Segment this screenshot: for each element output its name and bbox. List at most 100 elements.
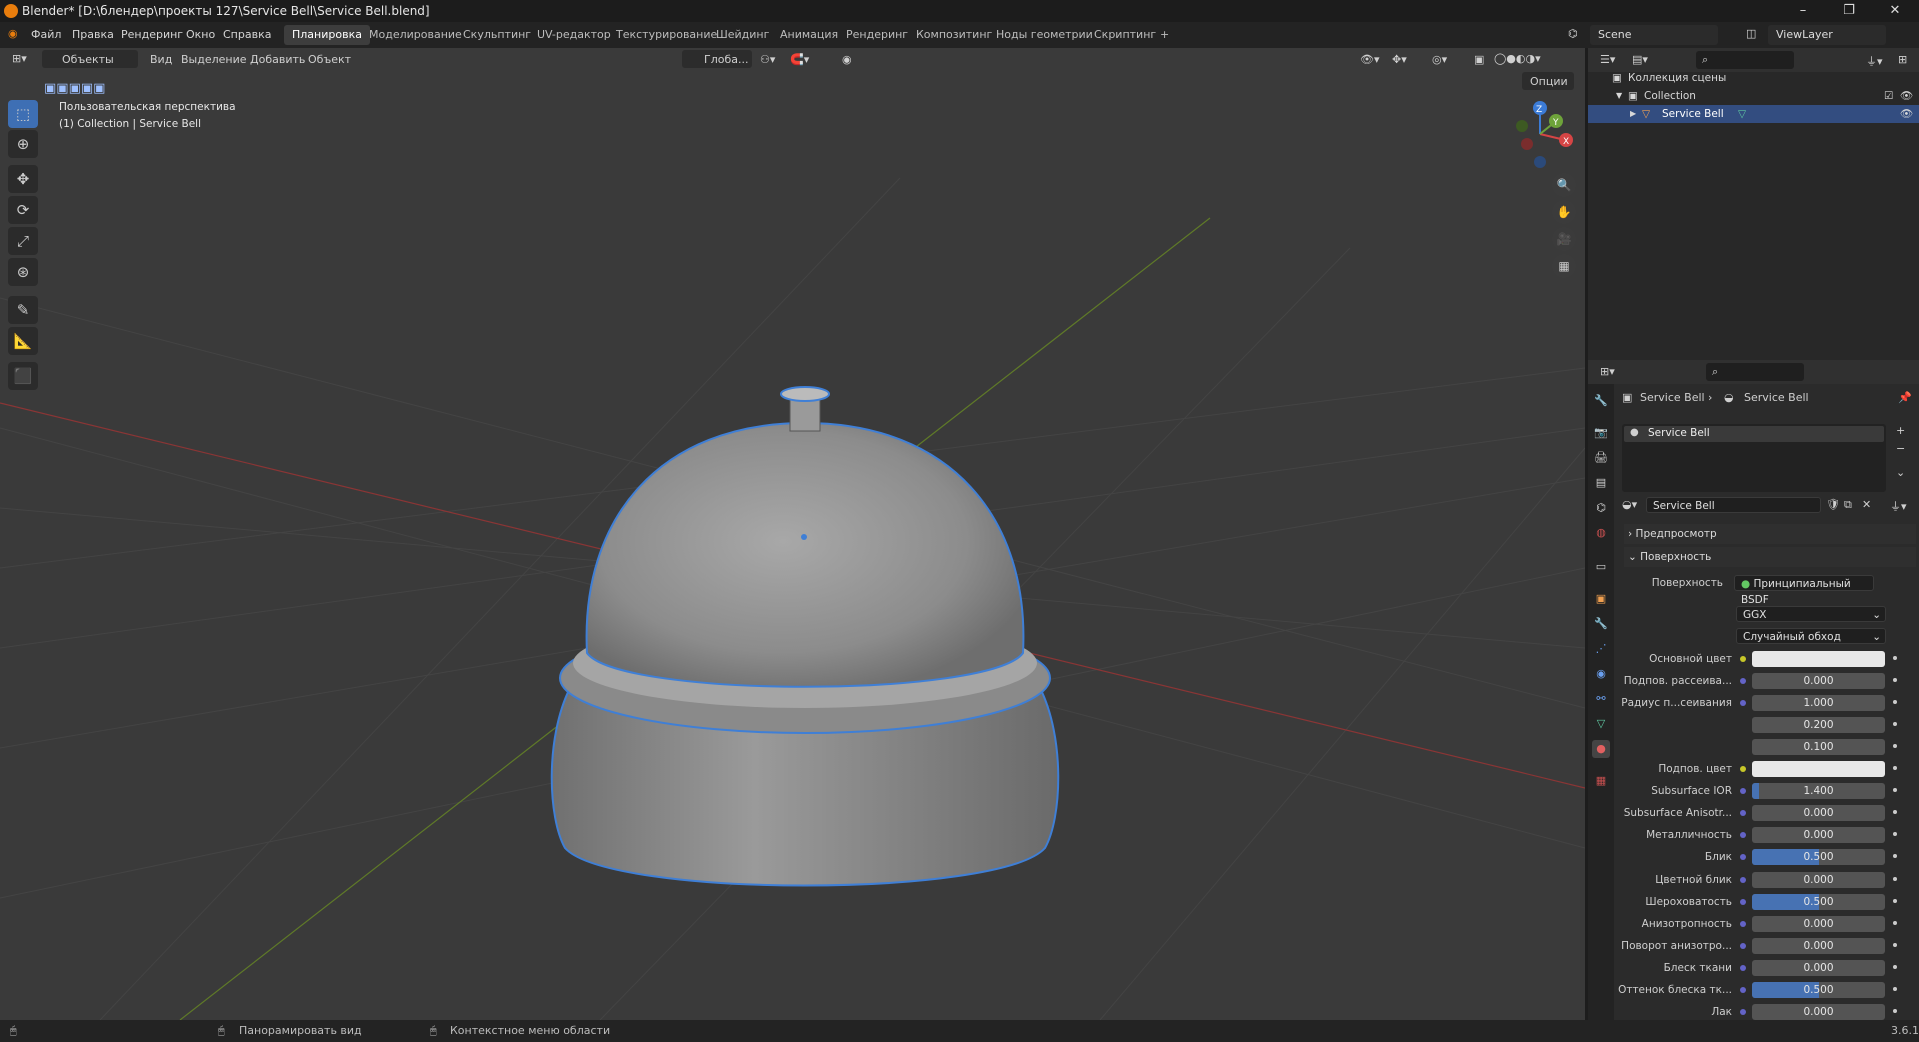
- measure-tool[interactable]: 📐: [8, 327, 38, 355]
- material-slot-list[interactable]: ● Service Bell: [1622, 424, 1886, 492]
- outliner-row-service-bell[interactable]: ▶ ▽ Service Bell ▽ 👁: [1588, 105, 1919, 123]
- keyframe-dot-icon[interactable]: [1893, 722, 1897, 726]
- properties-editor-icon[interactable]: ⊞▾: [1600, 365, 1615, 378]
- numeric-field[interactable]: 0.500: [1752, 849, 1885, 865]
- menu-help[interactable]: Справка: [223, 28, 271, 41]
- keyframe-dot-icon[interactable]: [1893, 656, 1897, 660]
- tab-animation[interactable]: Анимация: [772, 25, 846, 45]
- scene-selector[interactable]: Scene: [1590, 25, 1718, 45]
- view-layer-tab-icon[interactable]: ▤: [1592, 474, 1610, 492]
- expand-arrow-icon[interactable]: ▶: [1630, 105, 1636, 123]
- keyframe-dot-icon[interactable]: [1893, 1009, 1897, 1013]
- socket-dot-icon[interactable]: [1740, 832, 1746, 838]
- numeric-field[interactable]: 0.000: [1752, 1004, 1885, 1020]
- tab-modeling[interactable]: Моделирование: [361, 25, 470, 45]
- eye-icon[interactable]: 👁: [1900, 105, 1913, 123]
- ortho-grid-icon[interactable]: ▦: [1552, 254, 1576, 278]
- mode-selector[interactable]: Объекты: [42, 50, 138, 68]
- socket-dot-icon[interactable]: [1740, 921, 1746, 927]
- select-box-tool[interactable]: ⬚: [8, 100, 38, 128]
- rotate-tool[interactable]: ⟳: [8, 196, 38, 224]
- pan-hand-icon[interactable]: ✋: [1552, 200, 1576, 224]
- material-slot-item[interactable]: ● Service Bell: [1624, 426, 1884, 442]
- distribution-dropdown[interactable]: GGX ⌄: [1736, 606, 1886, 622]
- tab-geometry-nodes[interactable]: Ноды геометрии: [988, 25, 1101, 45]
- pin-icon[interactable]: 📌: [1898, 391, 1912, 404]
- keyframe-dot-icon[interactable]: [1893, 943, 1897, 947]
- numeric-field[interactable]: 0.000: [1752, 938, 1885, 954]
- socket-dot-icon[interactable]: [1740, 877, 1746, 883]
- tool-tab-icon[interactable]: 🔧: [1592, 392, 1610, 410]
- outliner-editor-icon[interactable]: ☰▾: [1600, 53, 1615, 66]
- outliner-row-collection[interactable]: ▼ ▣ Collection ☑ 👁: [1588, 87, 1919, 105]
- color-swatch[interactable]: [1752, 761, 1885, 777]
- numeric-field[interactable]: 0.500: [1752, 982, 1885, 998]
- material-browse-icon[interactable]: ◒▾: [1622, 498, 1637, 511]
- menu-view[interactable]: Вид: [150, 53, 172, 66]
- menu-window[interactable]: Окно: [186, 28, 215, 41]
- surface-shader-field[interactable]: ● Принципиальный BSDF: [1734, 575, 1874, 606]
- socket-dot-icon[interactable]: [1740, 943, 1746, 949]
- socket-dot-icon[interactable]: [1740, 788, 1746, 794]
- menu-select[interactable]: Выделение: [181, 53, 247, 66]
- numeric-field[interactable]: 1.000: [1752, 695, 1885, 711]
- socket-dot-icon[interactable]: [1740, 678, 1746, 684]
- zoom-icon[interactable]: 🔍: [1552, 173, 1576, 197]
- tab-layout[interactable]: Планировка: [284, 25, 370, 45]
- object-tab-icon[interactable]: ▣: [1592, 590, 1610, 608]
- keyframe-dot-icon[interactable]: [1893, 921, 1897, 925]
- minimize-button[interactable]: –: [1780, 0, 1826, 22]
- numeric-field[interactable]: 0.200: [1752, 717, 1885, 733]
- numeric-field[interactable]: 0.500: [1752, 894, 1885, 910]
- numeric-field[interactable]: 0.000: [1752, 872, 1885, 888]
- pivot-icon[interactable]: ⚇▾: [760, 53, 775, 66]
- maximize-button[interactable]: ❐: [1826, 0, 1872, 22]
- surface-panel-header[interactable]: ⌄ Поверхность: [1624, 547, 1916, 567]
- numeric-field[interactable]: 0.000: [1752, 827, 1885, 843]
- keyframe-dot-icon[interactable]: [1893, 877, 1897, 881]
- gizmo-toggle-icon[interactable]: ✥▾: [1392, 53, 1407, 66]
- tab-uv-editing[interactable]: UV-редактор: [529, 25, 619, 45]
- shading-modes-icon[interactable]: ◯●◐◑▾: [1494, 52, 1541, 65]
- slot-menu-icon[interactable]: ⌄: [1896, 466, 1905, 479]
- move-tool[interactable]: ✥: [8, 165, 38, 193]
- expand-arrow-icon[interactable]: ▼: [1616, 87, 1622, 105]
- properties-search-input[interactable]: ⌕: [1706, 363, 1804, 381]
- navigation-gizmo[interactable]: Z X Y: [1505, 96, 1575, 171]
- numeric-field[interactable]: 0.000: [1752, 916, 1885, 932]
- keyframe-dot-icon[interactable]: [1893, 832, 1897, 836]
- new-collection-icon[interactable]: ⊞: [1898, 53, 1907, 66]
- scale-tool[interactable]: ⤢: [8, 227, 38, 255]
- overlay-toggle-icon[interactable]: ◎▾: [1432, 53, 1447, 66]
- xray-icon[interactable]: ▣: [1474, 53, 1484, 66]
- numeric-field[interactable]: 0.000: [1752, 805, 1885, 821]
- menu-add[interactable]: Добавить: [250, 53, 305, 66]
- keyframe-dot-icon[interactable]: [1893, 678, 1897, 682]
- socket-dot-icon[interactable]: [1740, 766, 1746, 772]
- select-mode-icons[interactable]: ▣▣▣▣▣: [44, 81, 105, 96]
- socket-dot-icon[interactable]: [1740, 1009, 1746, 1015]
- subsurface-method-dropdown[interactable]: Случайный обход ⌄: [1736, 628, 1886, 644]
- filter-icon[interactable]: ⏚▾: [1866, 53, 1883, 69]
- fake-user-icon[interactable]: 🛡: [1826, 498, 1840, 511]
- socket-dot-icon[interactable]: [1740, 700, 1746, 706]
- outliner-row-scene-collection[interactable]: ▣ Коллекция сцены: [1588, 69, 1919, 87]
- material-name-field[interactable]: Service Bell: [1646, 497, 1821, 513]
- eye-icon[interactable]: 👁: [1900, 87, 1913, 105]
- socket-dot-icon[interactable]: [1740, 899, 1746, 905]
- blender-menu-icon[interactable]: ◉: [8, 27, 18, 40]
- snap-icon[interactable]: 🧲▾: [790, 53, 809, 66]
- add-slot-icon[interactable]: +: [1896, 424, 1905, 437]
- socket-dot-icon[interactable]: [1740, 854, 1746, 860]
- socket-dot-icon[interactable]: [1740, 656, 1746, 662]
- numeric-field[interactable]: 0.100: [1752, 739, 1885, 755]
- keyframe-dot-icon[interactable]: [1893, 854, 1897, 858]
- tab-rendering[interactable]: Рендеринг: [838, 25, 916, 45]
- keyframe-dot-icon[interactable]: [1893, 810, 1897, 814]
- keyframe-dot-icon[interactable]: [1893, 965, 1897, 969]
- cursor-tool[interactable]: ⊕: [8, 130, 38, 158]
- socket-dot-icon[interactable]: [1740, 965, 1746, 971]
- color-swatch[interactable]: [1752, 651, 1885, 667]
- annotate-tool[interactable]: ✎: [8, 296, 38, 324]
- tab-sculpting[interactable]: Скульптинг: [455, 25, 539, 45]
